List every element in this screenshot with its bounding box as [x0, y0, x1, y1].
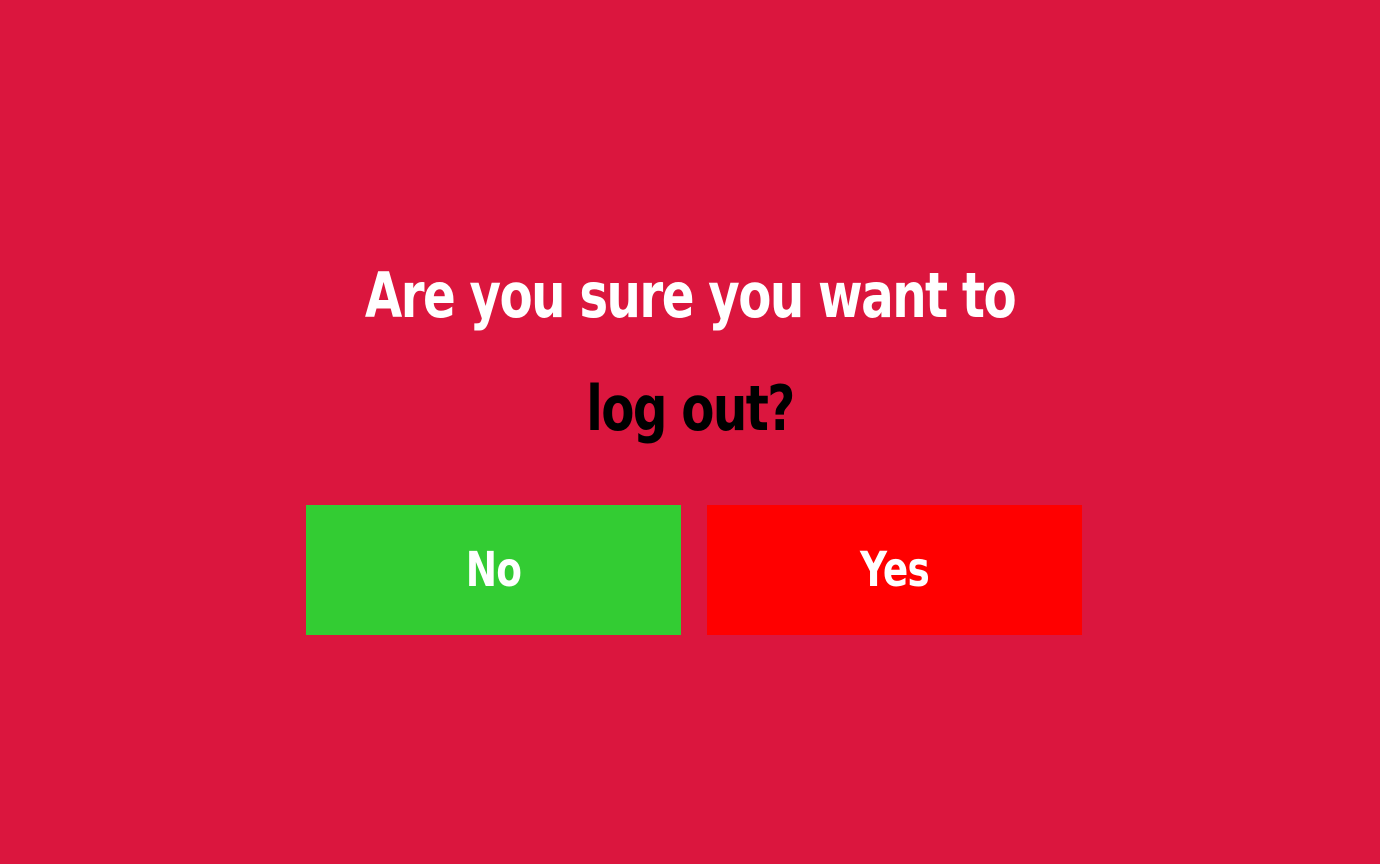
question-line-2: log out?: [586, 372, 795, 445]
logout-confirmation-screen: Are you sure you want to log out? No Yes: [0, 0, 1380, 864]
no-button[interactable]: No: [306, 505, 681, 635]
yes-button[interactable]: Yes: [707, 505, 1082, 635]
question-line-1: Are you sure you want to: [364, 259, 1017, 332]
no-button-label: No: [465, 542, 522, 598]
yes-button-label: Yes: [859, 542, 930, 598]
